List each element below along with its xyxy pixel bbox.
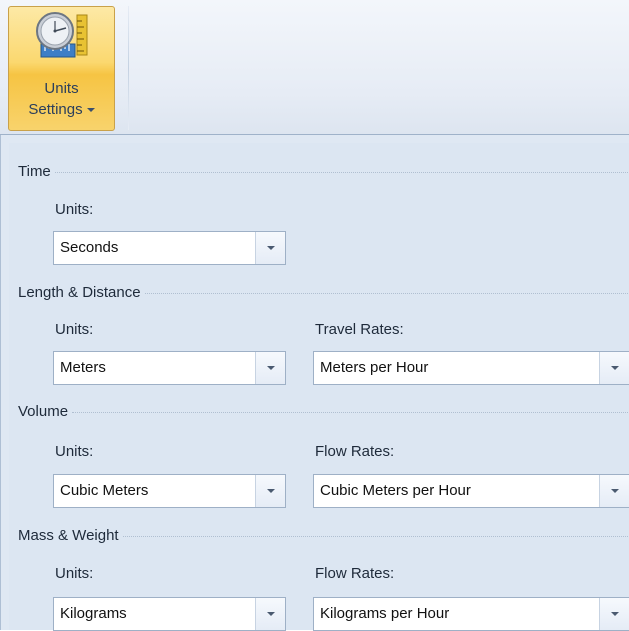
- group-divider: [122, 535, 629, 537]
- mass-flow-rates-label: Flow Rates:: [315, 565, 395, 582]
- mass-units-combo[interactable]: Kilograms: [53, 597, 286, 631]
- travel-rates-value: Meters per Hour: [320, 359, 429, 376]
- ribbon: Units Settings: [0, 0, 629, 135]
- units-settings-button[interactable]: Units Settings: [8, 6, 115, 131]
- chevron-down-icon[interactable]: [255, 598, 285, 630]
- clock-ruler-icon: [36, 12, 88, 58]
- units-settings-label-line2: Settings: [9, 101, 114, 118]
- chevron-down-icon: [86, 108, 95, 113]
- time-units-value: Seconds: [60, 239, 119, 256]
- volume-flow-rates-value: Cubic Meters per Hour: [320, 482, 471, 499]
- group-header-volume: Volume: [18, 401, 629, 421]
- group-header-time: Time: [18, 161, 629, 181]
- group-divider: [72, 411, 629, 413]
- chevron-down-icon[interactable]: [255, 475, 285, 507]
- length-units-label: Units:: [55, 321, 94, 338]
- length-units-combo[interactable]: Meters: [53, 351, 286, 385]
- chevron-down-icon[interactable]: [599, 352, 629, 384]
- mass-flow-rates-value: Kilograms per Hour: [320, 605, 450, 622]
- time-units-combo[interactable]: Seconds: [53, 231, 286, 265]
- group-title-time: Time: [18, 162, 51, 180]
- volume-units-value: Cubic Meters: [60, 482, 149, 499]
- travel-rates-combo[interactable]: Meters per Hour: [313, 351, 629, 385]
- mass-units-label: Units:: [55, 565, 94, 582]
- units-settings-label-line1: Units: [44, 80, 79, 97]
- group-header-length: Length & Distance: [18, 282, 629, 302]
- travel-rates-label: Travel Rates:: [315, 321, 404, 338]
- group-divider: [144, 292, 629, 294]
- length-units-value: Meters: [60, 359, 106, 376]
- volume-units-combo[interactable]: Cubic Meters: [53, 474, 286, 508]
- group-header-mass: Mass & Weight: [18, 525, 629, 545]
- volume-flow-rates-combo[interactable]: Cubic Meters per Hour: [313, 474, 629, 508]
- chevron-down-icon[interactable]: [255, 232, 285, 264]
- mass-units-value: Kilograms: [60, 605, 127, 622]
- ribbon-separator: [128, 6, 129, 130]
- time-units-label: Units:: [55, 201, 94, 218]
- group-title-length: Length & Distance: [18, 283, 141, 301]
- group-title-volume: Volume: [18, 402, 69, 420]
- chevron-down-icon[interactable]: [599, 475, 629, 507]
- chevron-down-icon[interactable]: [599, 598, 629, 630]
- group-title-mass: Mass & Weight: [18, 526, 119, 544]
- units-panel: Time Units: Seconds Length & Distance Un…: [0, 135, 629, 631]
- volume-units-label: Units:: [55, 443, 94, 460]
- group-divider: [54, 171, 629, 173]
- mass-flow-rates-combo[interactable]: Kilograms per Hour: [313, 597, 629, 631]
- volume-flow-rates-label: Flow Rates:: [315, 443, 395, 460]
- chevron-down-icon[interactable]: [255, 352, 285, 384]
- units-panel-body: [9, 143, 629, 630]
